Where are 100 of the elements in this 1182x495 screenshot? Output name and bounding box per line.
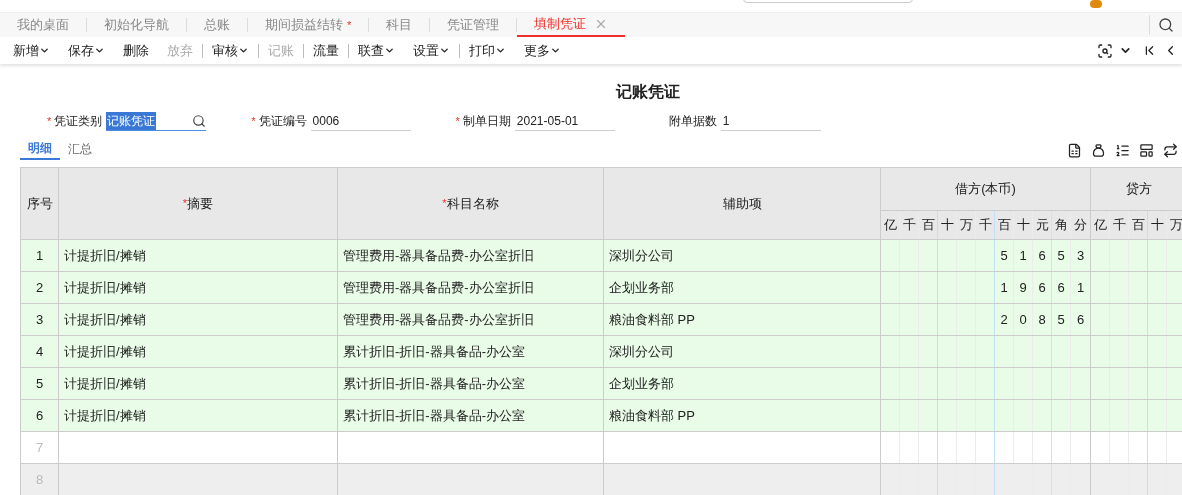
caret-icon xyxy=(439,45,450,56)
amount-digit: 0 xyxy=(1019,310,1027,329)
sheet-icon[interactable] xyxy=(1067,143,1082,158)
required-asterisk: * xyxy=(47,113,52,129)
search-icon[interactable] xyxy=(1158,17,1174,33)
field-label: 凭证编号 xyxy=(258,113,307,130)
amount-digit: 5 xyxy=(1057,310,1065,329)
table-cell-text: 计提折旧/摊销 xyxy=(64,246,146,265)
caret-icon xyxy=(550,45,561,56)
table-cell-text: 粮油食料部 PP xyxy=(609,310,695,329)
toolbar-button[interactable]: 新增 xyxy=(4,40,59,61)
table-cell-text: 计提折旧/摊销 xyxy=(64,406,146,425)
table-row[interactable]: 4 计提折旧/摊销 累计折旧-折旧-器具备品-办公室 深圳分公司 xyxy=(21,336,1182,368)
unit-header: 万 xyxy=(1169,216,1182,235)
table-cell-text: 累计折旧-折旧-器具备品-办公室 xyxy=(343,374,525,393)
toolbar-button[interactable]: 更多 xyxy=(515,40,570,61)
table-cell-text: 企划业务部 xyxy=(609,374,674,393)
table-row[interactable]: 6 计提折旧/摊销 累计折旧-折旧-器具备品-办公室 粮油食料部 PP xyxy=(21,400,1182,432)
toolbar-button[interactable]: 设置 xyxy=(404,40,459,61)
toolbar-button[interactable]: 审核 xyxy=(203,40,258,61)
input-field[interactable]: 1 xyxy=(720,111,821,131)
tab[interactable]: 我的桌面 xyxy=(0,13,86,37)
table-row[interactable]: 5 计提折旧/摊销 累计折旧-折旧-器具备品-办公室 企划业务部 xyxy=(21,368,1182,400)
tab[interactable]: 初始化导航 xyxy=(87,13,186,37)
field-label: 附单据数 xyxy=(668,113,717,130)
column-header: 贷方 xyxy=(1091,168,1182,211)
table-cell-text: 粮油食料部 PP xyxy=(609,406,695,425)
unit-header: 百 xyxy=(919,211,938,239)
unit-header: 十 xyxy=(1014,211,1033,239)
amount-digit: 9 xyxy=(1019,278,1027,297)
toolbar-button[interactable]: 保存 xyxy=(59,40,114,61)
table-row[interactable]: 3 计提折旧/摊销 管理费用-器具备品费-办公室折旧 粮油食料部 PP 2 0 8 5 6 xyxy=(21,304,1182,336)
field-label: 凭证类别 xyxy=(54,113,103,130)
caret-icon xyxy=(495,45,506,56)
tab[interactable]: 凭证管理 xyxy=(430,13,517,37)
amount-digit: 5 xyxy=(1000,246,1008,265)
input-field[interactable]: 2021-05-01 xyxy=(514,111,615,131)
unit-header: 亿 xyxy=(1091,211,1110,239)
table-cell-text: 计提折旧/摊销 xyxy=(64,278,146,297)
unit-header: 万 xyxy=(957,211,976,239)
required-asterisk: * xyxy=(347,17,352,33)
unit-header: 分 xyxy=(1073,216,1088,235)
tab[interactable]: 期间损益结转 * xyxy=(248,13,369,37)
preview-icon[interactable] xyxy=(1097,42,1113,59)
toolbar-button[interactable]: 删除 xyxy=(114,40,158,61)
table-row[interactable]: 1 计提折旧/摊销 管理费用-器具备品费-办公室折旧 深圳分公司 5 1 6 5 3 xyxy=(21,240,1182,272)
amount-digit: 1 xyxy=(1076,278,1085,297)
unit-header: 角 xyxy=(1052,211,1071,239)
amount-digit: 3 xyxy=(1076,246,1085,265)
caret-icon xyxy=(94,45,105,56)
amount-digit: 2 xyxy=(1000,310,1008,329)
subtab[interactable]: 明细 xyxy=(20,138,60,160)
search-icon[interactable] xyxy=(192,113,207,128)
list-icon[interactable] xyxy=(1115,143,1130,158)
caret-icon xyxy=(39,45,50,56)
amount-digit: 6 xyxy=(1038,246,1046,265)
voucher-type-field[interactable]: 记账凭证 xyxy=(106,111,207,131)
column-header: 借方(本币) xyxy=(881,168,1090,211)
toolbar-button[interactable]: 流量 xyxy=(304,40,348,61)
voucher-title: 记账凭证 xyxy=(616,82,680,102)
toolbar-button[interactable]: 打印 xyxy=(460,40,515,61)
required-asterisk: * xyxy=(455,113,460,129)
table-row[interactable]: 2 计提折旧/摊销 管理费用-器具备品费-办公室折旧 企划业务部 1 9 6 6 1 xyxy=(21,272,1182,304)
table-cell-text: 计提折旧/摊销 xyxy=(64,310,146,329)
subtab[interactable]: 汇总 xyxy=(60,138,100,160)
repeat-icon[interactable] xyxy=(1163,143,1178,158)
unit-header: 十 xyxy=(938,211,957,239)
table-cell-text: 管理费用-器具备品费-办公室折旧 xyxy=(343,246,534,265)
toolbar-button[interactable]: 联查 xyxy=(349,40,404,61)
caret-icon xyxy=(384,45,395,56)
field-label: 制单日期 xyxy=(462,113,511,130)
unit-header: 百 xyxy=(1129,211,1148,239)
amount-digit: 5 xyxy=(1057,246,1065,265)
table-cell-text: 企划业务部 xyxy=(609,278,674,297)
amount-digit: 8 xyxy=(1038,310,1046,329)
money-bag-icon[interactable] xyxy=(1091,143,1106,158)
table-cell-text: 管理费用-器具备品费-办公室折旧 xyxy=(343,278,534,297)
required-asterisk: * xyxy=(182,196,188,212)
tab[interactable]: 科目 xyxy=(369,13,430,37)
unit-header: 亿 xyxy=(881,211,900,239)
table-cell-text: 计提折旧/摊销 xyxy=(64,374,146,393)
unit-header: 千 xyxy=(1110,211,1129,239)
table-cell-text: 累计折旧-折旧-器具备品-办公室 xyxy=(343,342,525,361)
layout-icon[interactable] xyxy=(1139,143,1154,158)
tab[interactable]: 总账 xyxy=(187,13,247,37)
amount-digit: 6 xyxy=(1057,278,1065,297)
table-cell-text: 计提折旧/摊销 xyxy=(64,342,146,361)
table-cell-text: 深圳分公司 xyxy=(609,342,674,361)
caret-icon xyxy=(238,45,249,56)
table-cell-text: 累计折旧-折旧-器具备品-办公室 xyxy=(343,406,525,425)
required-asterisk: * xyxy=(442,196,447,212)
input-field[interactable]: 0006 xyxy=(310,111,411,131)
required-asterisk: * xyxy=(251,113,256,129)
tab[interactable]: 填制凭证 xyxy=(517,13,626,37)
amount-digit: 1 xyxy=(1000,278,1008,297)
amount-digit: 1 xyxy=(1019,246,1027,265)
amount-digit: 6 xyxy=(1038,278,1046,297)
unit-header: 百 xyxy=(995,211,1014,239)
unit-header: 千 xyxy=(900,211,919,239)
unit-header: 元 xyxy=(1033,211,1052,239)
